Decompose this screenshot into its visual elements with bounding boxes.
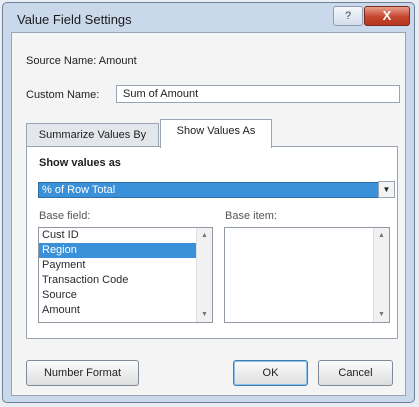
base-item-label: Base item:: [225, 210, 277, 222]
dropdown-toggle-button[interactable]: ▼: [378, 181, 395, 198]
base-field-list[interactable]: Cust ID Region Payment Transaction Code Sour…: [38, 227, 213, 323]
scroll-down-icon[interactable]: ▼: [374, 307, 389, 322]
scroll-down-icon[interactable]: ▼: [197, 307, 212, 322]
cancel-button[interactable]: Cancel: [318, 360, 393, 386]
custom-name-label: Custom Name:: [26, 89, 100, 101]
show-values-as-dropdown[interactable]: % of Row Total: [38, 182, 388, 198]
chevron-down-icon: ▼: [382, 185, 391, 194]
help-icon: ?: [344, 10, 352, 22]
help-button[interactable]: ?: [333, 6, 363, 26]
dialog-title: Value Field Settings: [17, 12, 132, 27]
base-field-scrollbar[interactable]: ▲ ▼: [196, 228, 212, 322]
base-item-list[interactable]: ▲ ▼: [224, 227, 390, 323]
base-field-item[interactable]: Source: [39, 288, 196, 303]
value-field-settings-dialog: Value Field Settings ? X Source Name: Am…: [2, 2, 415, 403]
dialog-body: Source Name: Amount Custom Name: Summari…: [11, 32, 406, 396]
tab-summarize-values-by[interactable]: Summarize Values By: [26, 123, 159, 147]
base-field-item[interactable]: Amount: [39, 303, 196, 318]
base-field-item[interactable]: Payment: [39, 258, 196, 273]
ok-button[interactable]: OK: [233, 360, 308, 386]
tab-show-values-as[interactable]: Show Values As: [160, 119, 272, 148]
scroll-up-icon[interactable]: ▲: [374, 228, 389, 243]
close-button[interactable]: X: [364, 6, 410, 26]
custom-name-input[interactable]: [116, 85, 400, 103]
title-bar[interactable]: Value Field Settings ? X: [3, 3, 414, 33]
base-item-scrollbar[interactable]: ▲ ▼: [373, 228, 389, 322]
base-field-item[interactable]: Cust ID: [39, 228, 196, 243]
number-format-button[interactable]: Number Format: [26, 360, 139, 386]
source-name-label: Source Name: Amount: [26, 55, 137, 67]
show-values-as-panel: Show values as % of Row Total ▼ Base fie…: [26, 146, 398, 339]
base-field-item[interactable]: Region: [39, 243, 196, 258]
base-field-label: Base field:: [39, 210, 91, 222]
base-field-item[interactable]: Transaction Code: [39, 273, 196, 288]
close-icon: X: [382, 8, 392, 23]
show-values-as-heading: Show values as: [39, 157, 121, 169]
scroll-up-icon[interactable]: ▲: [197, 228, 212, 243]
